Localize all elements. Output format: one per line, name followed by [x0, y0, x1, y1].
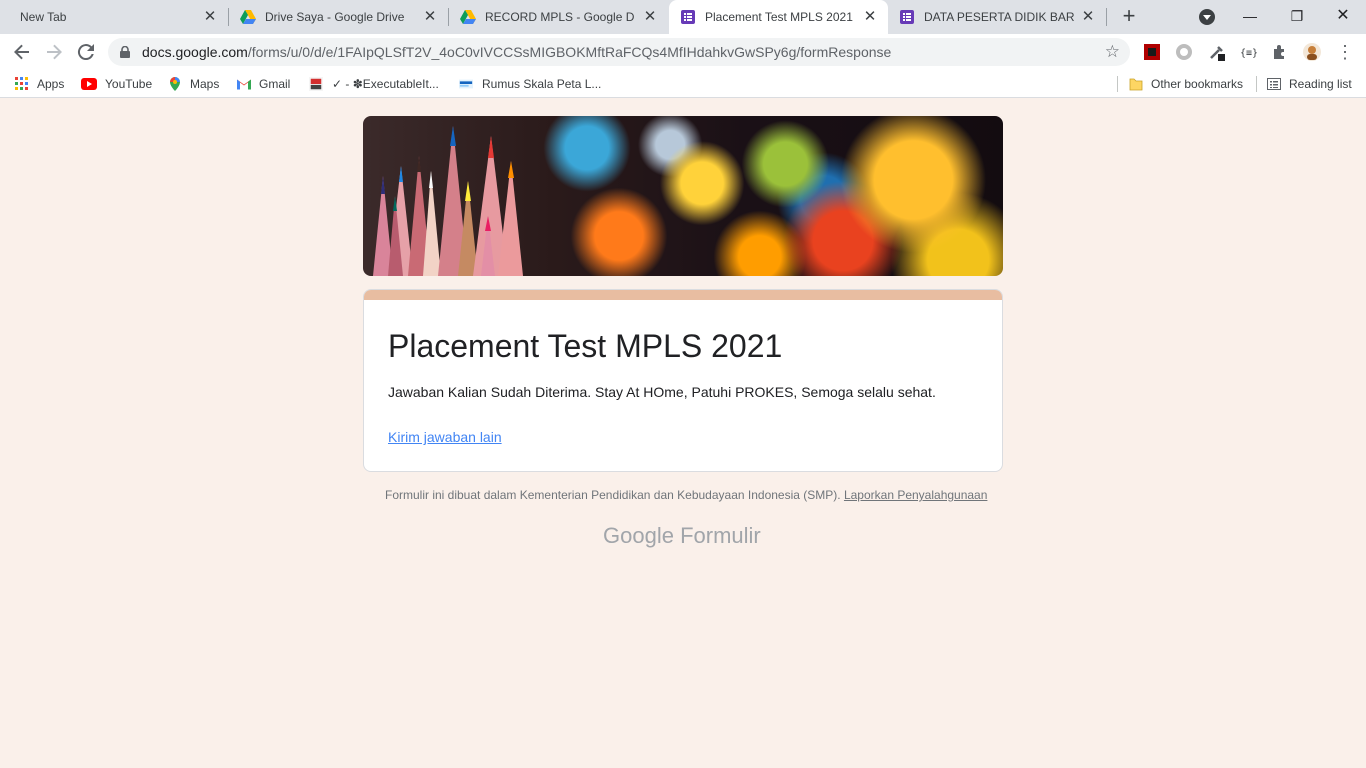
bookmark-youtube[interactable]: YouTube — [81, 70, 152, 98]
bookmark-maps[interactable]: Maps — [168, 70, 219, 98]
url-host: docs.google.com — [142, 44, 248, 60]
bookmark-label: ✓ - ✽ExecutableIt... — [332, 77, 439, 91]
bookmark-icon — [309, 77, 323, 91]
apps-grid-icon — [15, 77, 28, 90]
tab-data-peserta[interactable]: DATA PESERTA DIDIK BARU ✕ — [889, 0, 1106, 34]
tab-separator — [1106, 8, 1107, 26]
bookmark-gmail[interactable]: Gmail — [237, 70, 290, 98]
forward-icon[interactable] — [42, 40, 66, 64]
google-drive-icon — [460, 10, 476, 24]
tab-title: RECORD MPLS - Google Drive — [485, 10, 635, 24]
folder-icon — [1129, 78, 1143, 91]
svg-text:{≡}: {≡} — [1240, 48, 1257, 59]
bookmark-apps[interactable]: Apps — [15, 70, 64, 98]
footer-disclaimer: Formulir ini dibuat dalam Kementerian Pe… — [385, 488, 841, 502]
extension-json-icon[interactable]: {≡} — [1239, 43, 1257, 61]
close-icon[interactable]: ✕ — [642, 9, 658, 25]
bookmarks-separator — [1256, 76, 1257, 92]
tab-title: Placement Test MPLS 2021 — [705, 10, 853, 24]
bookmarks-bar: Apps YouTube Maps Gmail ✓ - ✽ExecutableI… — [0, 70, 1366, 98]
tab-new-tab[interactable]: New Tab ✕ — [0, 0, 228, 34]
bookmark-star-icon[interactable]: ☆ — [1105, 42, 1120, 62]
form-footer: Formulir ini dibuat dalam Kementerian Pe… — [385, 488, 987, 502]
extension-eyedropper-icon[interactable] — [1208, 43, 1226, 61]
extension-red-icon[interactable] — [1143, 43, 1161, 61]
profile-avatar[interactable] — [1303, 43, 1321, 61]
reading-list[interactable]: Reading list — [1267, 70, 1352, 98]
new-tab-button[interactable]: + — [1118, 5, 1140, 28]
youtube-icon — [81, 78, 97, 90]
menu-kebab-icon[interactable]: ⋮ — [1333, 40, 1357, 64]
tab-search-icon[interactable] — [1199, 9, 1215, 25]
pencils-illustration — [373, 126, 523, 276]
reload-icon[interactable] — [74, 40, 98, 64]
extension-gray-circle-icon[interactable] — [1175, 43, 1193, 61]
tab-title: New Tab — [20, 10, 67, 24]
bookmark-label: Apps — [37, 77, 65, 91]
report-abuse-link[interactable]: Laporkan Penyalahgunaan — [844, 488, 987, 502]
bookmark-label: YouTube — [105, 77, 153, 91]
bookmark-executable[interactable]: ✓ - ✽ExecutableIt... — [308, 70, 439, 98]
confirmation-message: Jawaban Kalian Sudah Diterima. Stay At H… — [388, 384, 936, 400]
logo-forms-text: Formulir — [680, 523, 761, 548]
browser-toolbar: docs.google.com/forms/u/0/d/e/1FAIpQLSfT… — [0, 34, 1366, 70]
restore-button[interactable]: ❐ — [1285, 5, 1309, 27]
close-icon[interactable]: ✕ — [862, 9, 878, 25]
bookmark-icon — [459, 79, 473, 89]
card-accent-bar — [364, 290, 1002, 300]
tab-drive-saya[interactable]: Drive Saya - Google Drive ✕ — [229, 0, 448, 34]
extensions-puzzle-icon[interactable] — [1271, 43, 1289, 61]
close-icon[interactable]: ✕ — [1080, 9, 1096, 25]
close-icon[interactable]: ✕ — [202, 9, 218, 25]
google-drive-icon — [240, 10, 256, 24]
tab-title: DATA PESERTA DIDIK BARU — [924, 10, 1074, 24]
close-icon[interactable]: ✕ — [422, 9, 438, 25]
bookmark-label: Reading list — [1289, 77, 1352, 91]
response-card: Placement Test MPLS 2021 Jawaban Kalian … — [363, 289, 1003, 472]
maps-pin-icon — [170, 77, 180, 91]
url-path: /forms/u/0/d/e/1FAIpQLSfT2V_4oC0vIVCCSsM… — [247, 44, 892, 60]
tab-placement-test[interactable]: Placement Test MPLS 2021 ✕ — [669, 0, 888, 34]
bookmark-label: Rumus Skala Peta L... — [482, 77, 602, 91]
tab-strip: New Tab ✕ Drive Saya - Google Drive ✕ RE… — [0, 0, 1366, 34]
address-bar[interactable]: docs.google.com/forms/u/0/d/e/1FAIpQLSfT… — [108, 38, 1130, 66]
lock-icon — [120, 46, 130, 58]
bookmark-label: Other bookmarks — [1151, 77, 1244, 91]
submit-another-response-link[interactable]: Kirim jawaban lain — [388, 429, 502, 445]
back-icon[interactable] — [10, 40, 34, 64]
tab-title: Drive Saya - Google Drive — [265, 10, 405, 24]
minimize-button[interactable]: — — [1238, 5, 1262, 27]
tab-record-mpls[interactable]: RECORD MPLS - Google Drive ✕ — [449, 0, 668, 34]
url-text: docs.google.com/forms/u/0/d/e/1FAIpQLSfT… — [142, 44, 891, 60]
google-forms-logo: Google Formulir — [603, 523, 761, 549]
bookmarks-separator — [1117, 76, 1118, 92]
reading-list-icon — [1267, 78, 1281, 90]
bookmark-label: Gmail — [259, 77, 291, 91]
bookmark-rumus-skala[interactable]: Rumus Skala Peta L... — [458, 70, 601, 98]
form-header-image — [363, 116, 1003, 276]
gmail-icon — [237, 79, 251, 90]
google-forms-icon — [681, 10, 695, 24]
form-title: Placement Test MPLS 2021 — [388, 328, 783, 364]
bookmark-label: Maps — [190, 77, 220, 91]
google-forms-icon — [900, 10, 914, 24]
window-close-button[interactable]: ✕ — [1331, 5, 1355, 27]
logo-google-text: Google — [603, 523, 674, 548]
bookmark-other-folder[interactable]: Other bookmarks — [1129, 70, 1243, 98]
